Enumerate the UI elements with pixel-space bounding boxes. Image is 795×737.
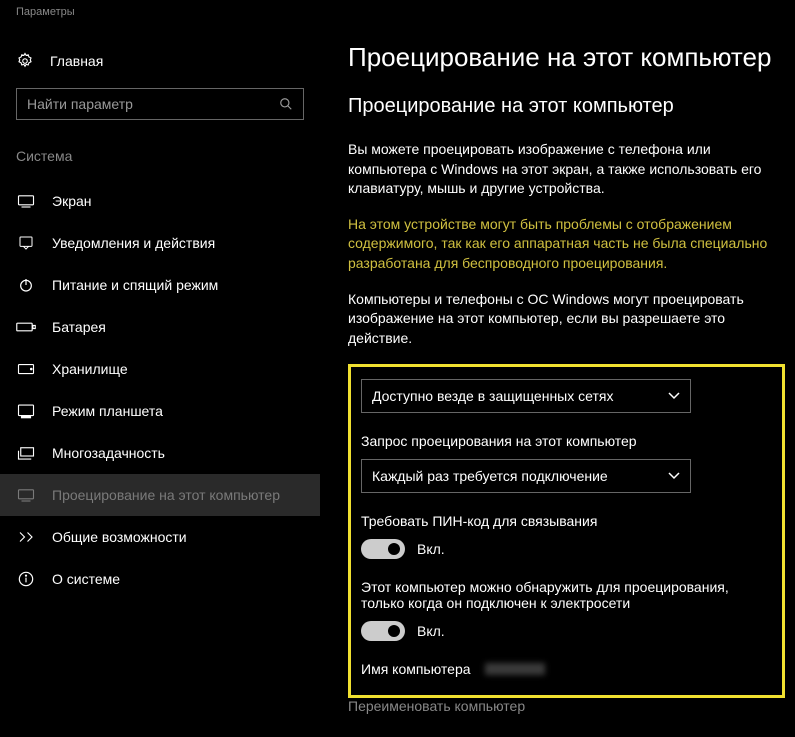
power-toggle[interactable] xyxy=(361,621,405,641)
sidebar-item-tablet[interactable]: Режим планшета xyxy=(16,390,320,432)
tablet-icon xyxy=(16,403,36,419)
search-input[interactable] xyxy=(16,88,304,120)
sidebar: Главная Система Экран Уведомления и дейс… xyxy=(0,24,320,737)
home-button[interactable]: Главная xyxy=(16,44,320,88)
warning-text: На этом устройстве могут быть проблемы с… xyxy=(348,215,785,274)
sidebar-item-label: Хранилище xyxy=(52,361,128,377)
dropdown-value: Каждый раз требуется подключение xyxy=(372,468,608,484)
pin-toggle[interactable] xyxy=(361,539,405,559)
page-subtitle: Проецирование на этот компьютер xyxy=(348,95,785,118)
info-icon xyxy=(16,571,36,587)
notification-icon xyxy=(16,235,36,251)
sidebar-item-projecting[interactable]: Проецирование на этот компьютер xyxy=(0,474,320,516)
sidebar-item-battery[interactable]: Батарея xyxy=(16,306,320,348)
sidebar-item-display[interactable]: Экран xyxy=(16,180,320,222)
sidebar-item-about[interactable]: О системе xyxy=(16,558,320,600)
toggle-state: Вкл. xyxy=(417,623,445,639)
sidebar-item-label: О системе xyxy=(52,571,120,587)
sidebar-item-label: Батарея xyxy=(52,319,106,335)
gear-icon xyxy=(16,52,34,70)
request-dropdown[interactable]: Каждый раз требуется подключение xyxy=(361,459,691,493)
storage-icon xyxy=(16,362,36,376)
sidebar-item-notifications[interactable]: Уведомления и действия xyxy=(16,222,320,264)
main-content: Проецирование на этот компьютер Проециро… xyxy=(320,24,795,737)
power-label: Этот компьютер можно обнаружить для прое… xyxy=(361,579,772,611)
search-field[interactable] xyxy=(27,96,279,112)
window-title: Параметры xyxy=(0,0,795,24)
sidebar-item-label: Общие возможности xyxy=(52,529,187,545)
sidebar-item-label: Многозадачность xyxy=(52,445,165,461)
availability-dropdown[interactable]: Доступно везде в защищенных сетях xyxy=(361,379,691,413)
home-label: Главная xyxy=(50,53,103,69)
sidebar-item-label: Экран xyxy=(52,193,92,209)
rename-link[interactable]: Переименовать компьютер xyxy=(348,698,785,714)
project-icon xyxy=(16,488,36,502)
pin-label: Требовать ПИН-код для связывания xyxy=(361,513,772,529)
dropdown-value: Доступно везде в защищенных сетях xyxy=(372,388,613,404)
request-label: Запрос проецирования на этот компьютер xyxy=(361,433,772,449)
sidebar-item-label: Уведомления и действия xyxy=(52,235,215,251)
sidebar-item-label: Питание и спящий режим xyxy=(52,277,218,293)
chevron-down-icon xyxy=(668,392,680,400)
multitask-icon xyxy=(16,446,36,460)
chevron-down-icon xyxy=(668,472,680,480)
shared-icon xyxy=(16,529,36,545)
pc-name-value xyxy=(485,663,545,675)
sidebar-item-power[interactable]: Питание и спящий режим xyxy=(16,264,320,306)
sidebar-item-label: Режим планшета xyxy=(52,403,163,419)
sidebar-item-storage[interactable]: Хранилище xyxy=(16,348,320,390)
toggle-state: Вкл. xyxy=(417,541,445,557)
description-text-2: Компьютеры и телефоны с ОС Windows могут… xyxy=(348,290,785,349)
sidebar-item-label: Проецирование на этот компьютер xyxy=(52,487,280,503)
power-icon xyxy=(16,277,36,293)
battery-icon xyxy=(16,321,36,333)
search-icon xyxy=(279,97,293,111)
section-label: Система xyxy=(16,148,320,164)
description-text: Вы можете проецировать изображение с тел… xyxy=(348,140,785,199)
sidebar-item-shared[interactable]: Общие возможности xyxy=(16,516,320,558)
monitor-icon xyxy=(16,194,36,208)
sidebar-item-multitask[interactable]: Многозадачность xyxy=(16,432,320,474)
page-title: Проецирование на этот компьютер xyxy=(348,42,785,73)
highlighted-settings: Доступно везде в защищенных сетях Запрос… xyxy=(348,364,785,698)
pc-name-label: Имя компьютера xyxy=(361,661,471,677)
